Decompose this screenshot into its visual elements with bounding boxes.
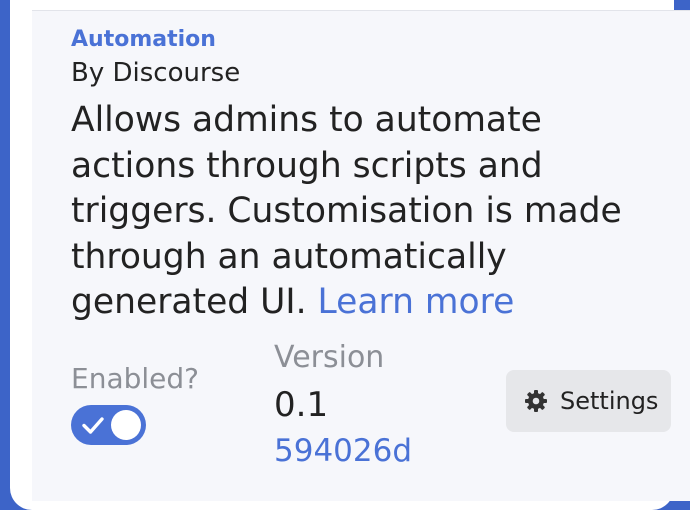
- toggle-knob: [111, 410, 141, 440]
- version-label: Version: [274, 340, 385, 375]
- version-number: 0.1: [274, 385, 329, 425]
- enabled-toggle[interactable]: [71, 405, 146, 445]
- learn-more-link[interactable]: Learn more: [318, 282, 515, 322]
- enabled-label: Enabled?: [71, 362, 200, 395]
- settings-button[interactable]: Settings: [506, 370, 671, 432]
- plugin-author: By Discourse: [71, 58, 241, 88]
- plugin-name: Automation: [71, 27, 216, 52]
- gear-icon: [525, 390, 547, 412]
- settings-button-label: Settings: [560, 387, 659, 415]
- check-icon: [82, 417, 104, 434]
- version-commit-link[interactable]: 594026d: [274, 433, 412, 469]
- plugin-description: Allows admins to automate actions throug…: [71, 98, 646, 326]
